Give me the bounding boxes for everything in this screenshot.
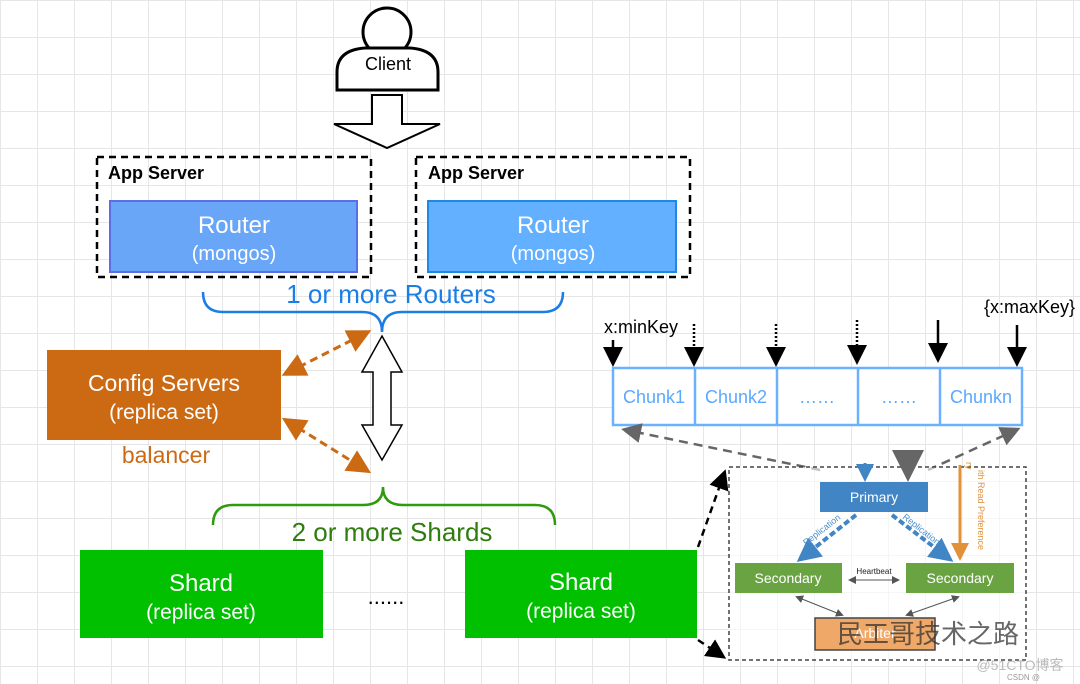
app-server-label: App Server <box>108 163 204 183</box>
shards-brace-label: 2 or more Shards <box>292 517 493 547</box>
client-icon <box>335 6 440 92</box>
router-label: Router <box>517 212 589 239</box>
balancer-label: balancer <box>122 442 211 468</box>
chunk-label: Chunk1 <box>623 387 685 407</box>
router-sublabel: (mongos) <box>192 243 276 265</box>
primary-label: Primary <box>850 489 898 505</box>
read-preference-label: ith Read Preference <box>976 470 986 550</box>
min-key-label: x:minKey <box>604 317 678 337</box>
secondary-label: Secondary <box>927 570 994 586</box>
request-arrow-icon <box>333 94 441 150</box>
shard-sublabel: (replica set) <box>526 600 636 623</box>
watermark-site: @51CTO博客 <box>976 657 1063 673</box>
routers-brace-label: 1 or more Routers <box>286 279 496 309</box>
config-servers-sublabel: (replica set) <box>109 401 219 424</box>
router-shard-double-arrow-icon <box>360 334 404 462</box>
config-servers-label: Config Servers <box>88 370 240 396</box>
router-sublabel: (mongos) <box>511 243 595 265</box>
shard-sublabel: (replica set) <box>146 601 256 624</box>
watermark-csdn: CSDN @ <box>1007 673 1040 682</box>
chunk-map-line <box>621 423 821 472</box>
chunk-label: Chunkn <box>950 387 1012 407</box>
diagram-canvas: Client App Server Router (mongos) App Se… <box>47 6 1075 682</box>
shard-label: Shard <box>549 569 613 596</box>
secondary-label: Secondary <box>755 570 822 586</box>
heartbeat-label: Heartbeat <box>856 567 892 576</box>
chunk-label: Chunk2 <box>705 387 767 407</box>
config-router-arrow <box>281 330 372 376</box>
chunk-label: …… <box>881 387 917 407</box>
max-key-label: {x:maxKey} <box>984 297 1075 317</box>
config-shard-arrow <box>281 417 372 474</box>
shard-label: Shard <box>169 570 233 597</box>
router-label: Router <box>198 212 270 239</box>
read-preference-label-2: ry <box>964 462 974 470</box>
client-label: Client <box>365 54 411 74</box>
shards-ellipsis: ...... <box>368 584 405 609</box>
watermark-main: 民工哥技术之路 <box>837 619 1019 649</box>
chunk-label: …… <box>799 387 835 407</box>
sharded-cluster-diagram: Client App Server Router (mongos) App Se… <box>0 0 1080 684</box>
shard-zoom-line <box>696 469 729 548</box>
shard-zoom-line <box>697 638 727 659</box>
app-server-label: App Server <box>428 163 524 183</box>
